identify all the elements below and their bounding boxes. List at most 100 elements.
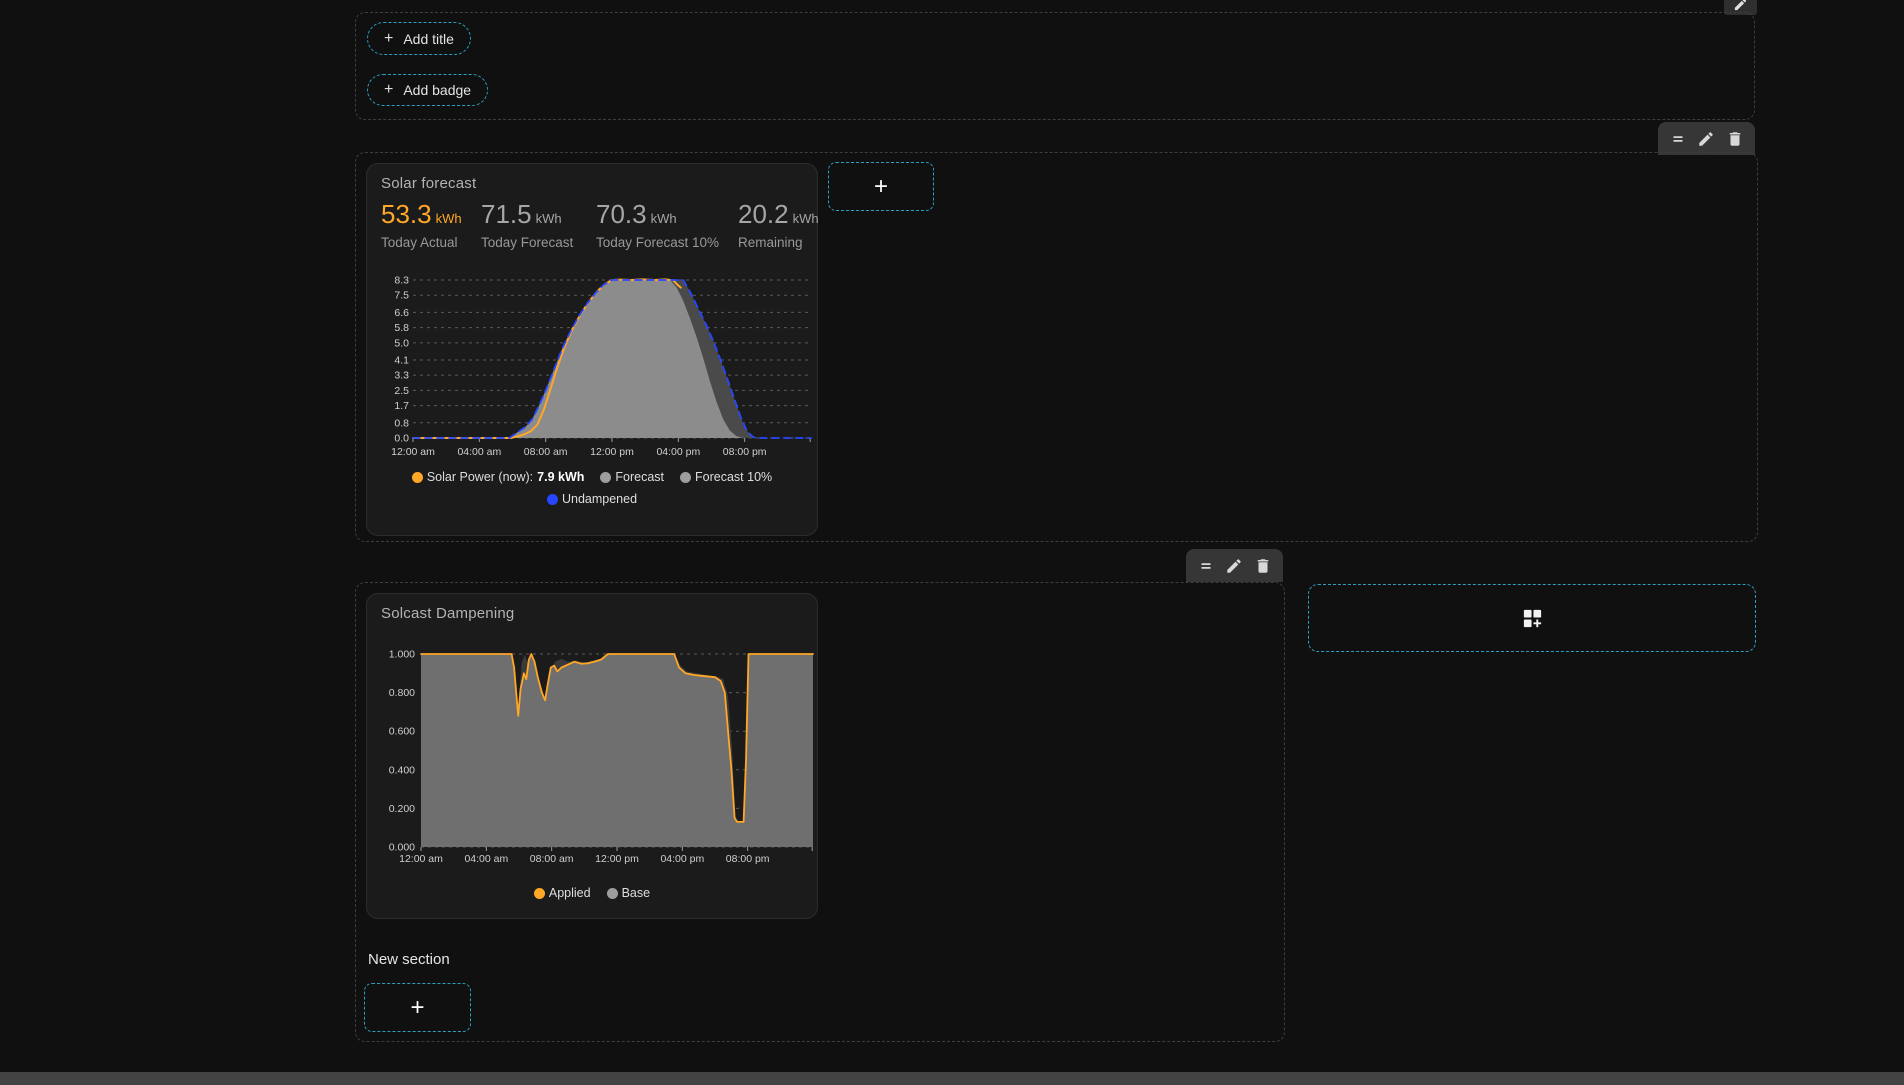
legend-row: Applied Base bbox=[533, 886, 651, 900]
plus-icon: + bbox=[410, 993, 425, 1021]
svg-text:0.800: 0.800 bbox=[389, 687, 415, 699]
svg-text:12:00 am: 12:00 am bbox=[399, 853, 443, 865]
edit-section-icon[interactable] bbox=[1693, 126, 1719, 152]
solar-forecast-legend: Solar Power (now): 7.9 kWh Forecast Foreca… bbox=[367, 470, 817, 506]
new-section-label: New section bbox=[368, 951, 450, 968]
svg-text:6.6: 6.6 bbox=[394, 307, 409, 319]
svg-text:04:00 pm: 04:00 pm bbox=[656, 446, 700, 458]
svg-text:12:00 pm: 12:00 pm bbox=[595, 853, 639, 865]
stat-remaining: 20.2 kWh Remaining bbox=[738, 200, 819, 250]
svg-text:08:00 am: 08:00 am bbox=[530, 853, 574, 865]
stat-value: 20.2 bbox=[738, 199, 789, 229]
svg-text:5.8: 5.8 bbox=[394, 322, 409, 334]
legend-item[interactable]: Forecast 10% bbox=[680, 470, 772, 484]
svg-text:5.0: 5.0 bbox=[394, 337, 409, 349]
stat-value: 71.5 bbox=[481, 199, 532, 229]
svg-text:3.3: 3.3 bbox=[394, 370, 409, 382]
svg-text:4.1: 4.1 bbox=[394, 354, 409, 366]
legend-label: Applied bbox=[548, 886, 591, 900]
solcast-dampening-chart: 0.000 0.200 0.400 0.600 0.800 1.000 12:00 am 04… bbox=[389, 649, 814, 865]
section-toolbar bbox=[1658, 122, 1755, 155]
drag-handle-icon[interactable] bbox=[1665, 126, 1691, 152]
svg-text:0.8: 0.8 bbox=[394, 417, 409, 429]
stat-label: Today Forecast bbox=[481, 234, 574, 250]
stat-label: Remaining bbox=[738, 234, 803, 250]
svg-text:7.5: 7.5 bbox=[394, 290, 409, 302]
svg-text:2.5: 2.5 bbox=[394, 385, 409, 397]
drag-handle-icon[interactable] bbox=[1193, 553, 1219, 579]
stat-label: Today Actual bbox=[381, 234, 458, 250]
svg-text:08:00 am: 08:00 am bbox=[524, 446, 568, 458]
horizontal-scrollbar[interactable] bbox=[0, 1072, 1904, 1085]
svg-text:04:00 am: 04:00 am bbox=[457, 446, 501, 458]
svg-text:1.7: 1.7 bbox=[394, 400, 409, 412]
pencil-icon bbox=[1734, 0, 1747, 11]
solcast-dampening-legend: Applied Base bbox=[367, 886, 817, 900]
plus-icon: + bbox=[384, 29, 394, 47]
legend-item[interactable]: Forecast bbox=[600, 470, 664, 484]
stat-today-forecast-10: 70.3 kWh Today Forecast 10% bbox=[596, 200, 719, 250]
add-badge-button[interactable]: + Add badge bbox=[367, 74, 489, 106]
stat-unit: kWh bbox=[650, 211, 677, 226]
edit-section-icon[interactable] bbox=[1221, 553, 1247, 579]
svg-text:08:00 pm: 08:00 pm bbox=[726, 853, 770, 865]
plus-icon: + bbox=[384, 81, 394, 98]
stat-unit: kWh bbox=[792, 211, 819, 226]
svg-text:12:00 am: 12:00 am bbox=[391, 446, 435, 458]
add-title-button[interactable]: + Add title bbox=[367, 22, 471, 55]
card-title: Solar forecast bbox=[381, 175, 477, 192]
add-section-button[interactable] bbox=[1308, 584, 1756, 652]
svg-text:04:00 am: 04:00 am bbox=[464, 853, 508, 865]
delete-section-icon[interactable] bbox=[1250, 553, 1276, 579]
svg-text:0.0: 0.0 bbox=[394, 433, 409, 445]
legend-row: Solar Power (now): 7.9 kWh Forecast Foreca… bbox=[411, 470, 772, 484]
legend-dot bbox=[606, 887, 618, 899]
stat-label: Today Forecast 10% bbox=[596, 234, 720, 250]
stat-value: 53.3 bbox=[381, 199, 432, 229]
legend-item[interactable]: Base bbox=[606, 886, 651, 900]
legend-dot bbox=[546, 493, 558, 505]
legend-row: Undampened bbox=[546, 492, 638, 506]
legend-item[interactable]: Undampened bbox=[546, 492, 638, 506]
legend-label: Base bbox=[621, 886, 651, 900]
add-badge-label: Add badge bbox=[403, 82, 472, 98]
solcast-dampening-card[interactable]: Solcast Dampening 0.000 0.200 0.400 0.600 0.… bbox=[366, 593, 818, 919]
new-section-add-button[interactable]: + bbox=[364, 983, 471, 1032]
solar-forecast-chart: 0.0 0.8 1.7 2.5 3.3 4.1 5.0 5.8 6.6 7.5 8.3 12:00 a… bbox=[391, 275, 812, 458]
legend-value: 7.9 kWh bbox=[537, 470, 585, 484]
svg-text:04:00 pm: 04:00 pm bbox=[660, 853, 704, 865]
add-card-button[interactable]: + bbox=[828, 162, 934, 211]
legend-dot bbox=[411, 471, 423, 483]
svg-text:1.000: 1.000 bbox=[389, 649, 415, 661]
add-title-label: Add title bbox=[403, 30, 454, 47]
svg-text:8.3: 8.3 bbox=[394, 275, 409, 287]
legend-label: Solar Power (now): bbox=[426, 470, 534, 484]
stat-unit: kWh bbox=[435, 211, 462, 226]
svg-text:0.000: 0.000 bbox=[389, 842, 415, 854]
stat-unit: kWh bbox=[535, 211, 562, 226]
view-header-section: + Add title + Add badge bbox=[355, 12, 1755, 120]
grid-plus-icon bbox=[1523, 609, 1541, 627]
legend-dot bbox=[680, 471, 692, 483]
stat-today-forecast: 71.5 kWh Today Forecast bbox=[481, 200, 573, 250]
legend-label: Forecast bbox=[615, 470, 665, 484]
solar-forecast-card[interactable]: Solar forecast 53.3 kWh Today Actual 71.5… bbox=[366, 163, 819, 536]
dashboard-edit-view: { "accents": {"cyan": "#2b9fc4", "orange… bbox=[0, 0, 1904, 1085]
section-toolbar bbox=[1186, 549, 1283, 582]
svg-text:0.400: 0.400 bbox=[389, 764, 415, 776]
legend-dot bbox=[600, 471, 612, 483]
stat-today-actual: 53.3 kWh Today Actual bbox=[381, 200, 462, 250]
svg-text:08:00 pm: 08:00 pm bbox=[723, 446, 767, 458]
legend-dot bbox=[533, 887, 545, 899]
stat-value: 70.3 bbox=[596, 199, 647, 229]
delete-section-icon[interactable] bbox=[1722, 126, 1748, 152]
svg-text:0.600: 0.600 bbox=[389, 726, 415, 738]
legend-label: Undampened bbox=[561, 492, 638, 506]
svg-text:0.200: 0.200 bbox=[389, 803, 415, 815]
svg-text:12:00 pm: 12:00 pm bbox=[590, 446, 634, 458]
legend-item[interactable]: Applied bbox=[533, 886, 591, 900]
card-title: Solcast Dampening bbox=[381, 605, 515, 622]
plus-icon: + bbox=[873, 172, 888, 200]
legend-label: Forecast 10% bbox=[695, 470, 773, 484]
legend-item[interactable]: Solar Power (now): 7.9 kWh bbox=[411, 470, 585, 484]
